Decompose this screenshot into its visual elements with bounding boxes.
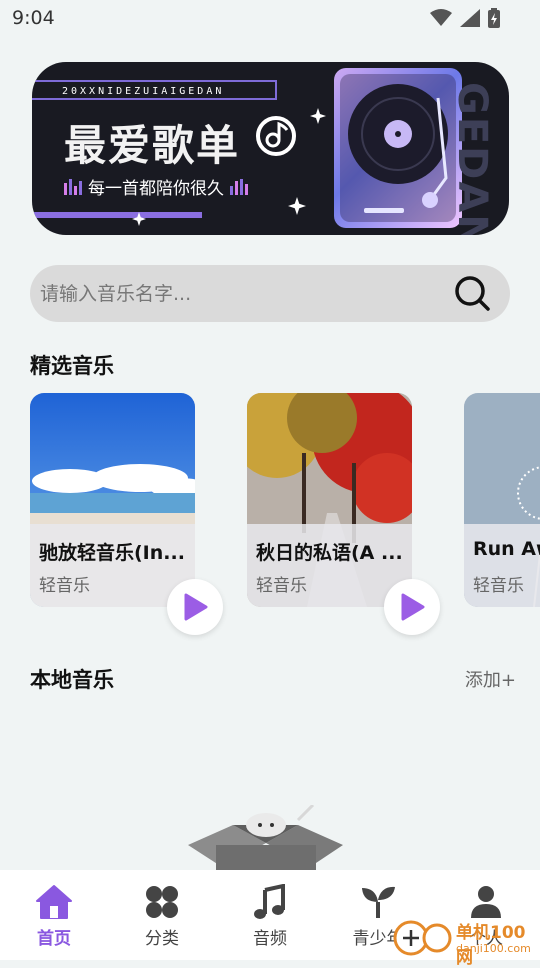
empty-box-illustration xyxy=(188,805,343,875)
tab-home[interactable]: 首页 xyxy=(9,884,99,949)
card-title: 秋日的私语(A ... xyxy=(256,542,403,564)
play-icon xyxy=(401,593,425,621)
tab-label: 首页 xyxy=(37,929,71,949)
playlist-banner[interactable]: 20XXNIDEZUIAIGEDAN 最爱歌单 每一首都陪你很久 GEDAN xyxy=(32,62,509,235)
card-subtitle: 轻音乐 xyxy=(473,576,524,596)
sparkle-icon xyxy=(288,197,306,215)
play-icon xyxy=(184,593,208,621)
card-title: Run Aw xyxy=(473,538,540,560)
card-subtitle: 轻音乐 xyxy=(256,576,307,596)
category-icon xyxy=(146,886,178,918)
vinyl-record-icon xyxy=(340,74,456,222)
equalizer-icon xyxy=(230,178,248,195)
status-time: 9:04 xyxy=(12,7,55,29)
featured-section-title: 精选音乐 xyxy=(30,354,114,378)
music-note-icon xyxy=(254,884,285,919)
status-bar: 9:04 xyxy=(0,0,540,38)
watermark-logo-icon xyxy=(393,920,452,956)
card-subtitle: 轻音乐 xyxy=(39,576,90,596)
sparkle-icon xyxy=(132,212,146,226)
battery-icon xyxy=(488,8,500,28)
banner-divider xyxy=(32,212,202,218)
search-input[interactable] xyxy=(38,275,442,313)
card-info: Run Aw 轻音乐 xyxy=(464,524,540,607)
play-button[interactable] xyxy=(384,579,440,635)
search-bar xyxy=(30,265,510,322)
featured-carousel: 驰放轻音乐(In... 轻音乐 秋日的私语(A ... 轻音乐 Run Aw 轻… xyxy=(30,393,540,643)
banner-tag: 20XXNIDEZUIAIGEDAN xyxy=(32,80,277,100)
watermark-url: danji100.com xyxy=(456,942,531,955)
banner-vertical-word: GEDAN xyxy=(449,82,495,235)
music-logo-icon xyxy=(256,116,296,156)
sprout-icon xyxy=(362,886,395,918)
music-card[interactable]: 秋日的私语(A ... 轻音乐 xyxy=(247,393,412,607)
banner-subtitle: 每一首都陪你很久 xyxy=(88,179,224,199)
banner-subtitle-row: 每一首都陪你很久 xyxy=(64,174,248,199)
tab-label: 分类 xyxy=(145,929,179,949)
tab-category[interactable]: 分类 xyxy=(117,884,207,949)
add-local-music-button[interactable]: 添加+ xyxy=(465,666,516,692)
music-card[interactable]: Run Aw 轻音乐 xyxy=(464,393,540,607)
search-icon[interactable] xyxy=(454,275,492,313)
person-icon xyxy=(471,886,501,918)
equalizer-icon xyxy=(64,178,82,195)
sparkle-icon xyxy=(310,108,326,124)
banner-title: 最爱歌单 xyxy=(64,121,241,170)
signal-icon xyxy=(460,9,480,27)
tab-label: 音频 xyxy=(253,929,287,949)
status-icons xyxy=(430,8,500,28)
home-icon xyxy=(36,885,72,919)
wifi-icon xyxy=(430,9,452,26)
music-card[interactable]: 驰放轻音乐(In... 轻音乐 xyxy=(30,393,195,607)
local-section-title: 本地音乐 xyxy=(30,668,114,692)
card-title: 驰放轻音乐(In... xyxy=(39,542,185,564)
play-button[interactable] xyxy=(167,579,223,635)
turntable-illustration xyxy=(334,68,462,228)
tab-audio[interactable]: 音频 xyxy=(225,884,315,949)
